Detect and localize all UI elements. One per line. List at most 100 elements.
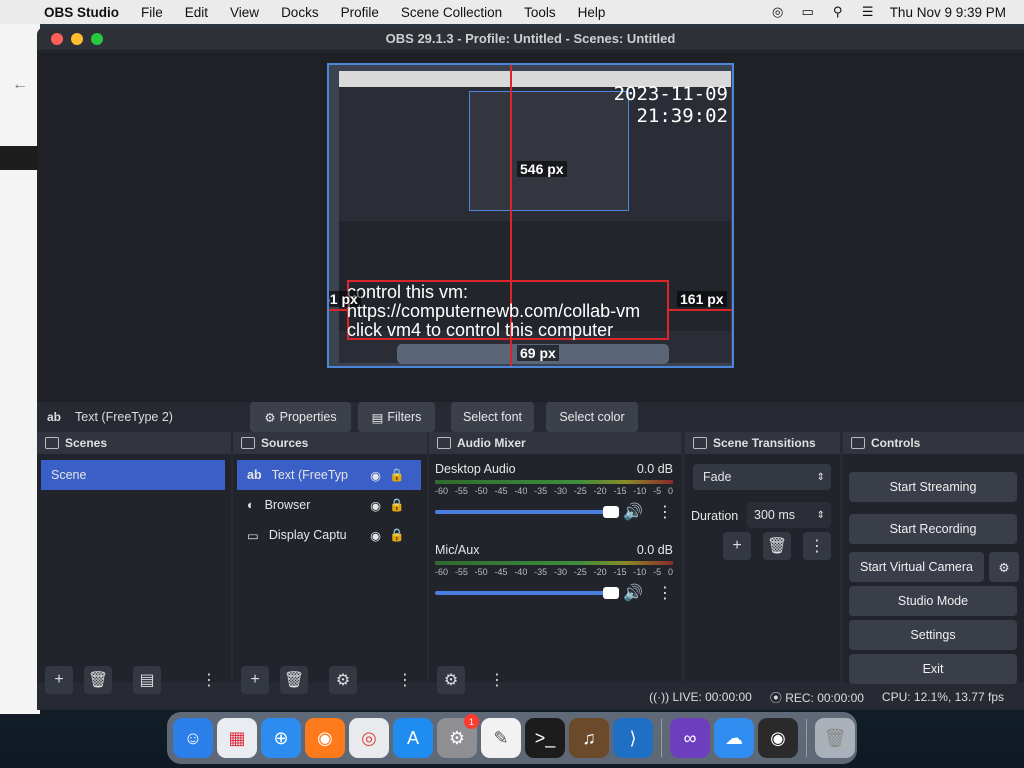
system-settings-icon[interactable]: ⚙ 1 — [437, 714, 479, 758]
chrome-icon[interactable]: ◎ — [349, 718, 389, 758]
scale-tick: -20 — [593, 486, 607, 496]
menu-help[interactable]: Help — [567, 5, 617, 20]
guide-label-bottom: 69 px — [517, 345, 559, 361]
terminal-icon[interactable]: >_ — [525, 718, 565, 758]
source-item-text[interactable]: ab Text (FreeTyp ◉ 🔒 — [237, 460, 421, 490]
menu-view[interactable]: View — [219, 5, 270, 20]
transitions-header[interactable]: Scene Transitions — [685, 432, 840, 454]
scale-tick: -45 — [494, 486, 508, 496]
obs-status-icon[interactable]: ◎ — [770, 4, 786, 19]
vscode-icon[interactable]: ⟩ — [613, 718, 653, 758]
transition-properties-button[interactable]: ⋮ — [803, 532, 831, 560]
dock-window-icon — [693, 437, 707, 449]
background-window[interactable]: ← — [0, 24, 40, 714]
launchpad-icon[interactable]: ▦ — [217, 718, 257, 758]
preview-text-source[interactable]: control this vm: https://computernewb.co… — [347, 283, 640, 340]
sources-header[interactable]: Sources — [233, 432, 427, 454]
more-icon[interactable]: ⋮ — [657, 502, 673, 522]
lock-icon[interactable]: 🔒 — [389, 468, 405, 483]
virtual-camera-settings-button[interactable]: ⚙ — [989, 552, 1019, 582]
volume-slider-handle[interactable] — [603, 587, 620, 599]
program-preview[interactable]: 2023-11-09 21:39:02 control this vm: htt… — [327, 63, 734, 368]
menu-scene-collection[interactable]: Scene Collection — [390, 5, 513, 20]
dock-separator — [806, 719, 807, 757]
cpu-fps: CPU: 12.1%, 13.77 fps — [881, 690, 1004, 704]
audio-mixer-title: Audio Mixer — [457, 436, 526, 450]
preview-nested-window — [469, 91, 629, 211]
garageband-icon[interactable]: ♫ — [569, 718, 609, 758]
screen-mirroring-icon[interactable]: ▭ — [800, 4, 816, 19]
textedit-icon[interactable]: ✎ — [481, 718, 521, 758]
menu-edit[interactable]: Edit — [174, 5, 219, 20]
source-item-browser[interactable]: ◐ Browser ◉ 🔒 — [237, 490, 421, 520]
start-virtual-camera-button[interactable]: Start Virtual Camera — [849, 552, 984, 582]
menu-docks[interactable]: Docks — [270, 5, 330, 20]
scale-tick: -55 — [454, 486, 468, 496]
search-icon[interactable]: ⚲ — [830, 4, 846, 19]
source-label: Browser — [264, 498, 311, 512]
lock-icon[interactable]: 🔒 — [389, 498, 405, 513]
start-recording-button[interactable]: Start Recording — [849, 514, 1017, 544]
app-store-icon[interactable]: A — [393, 718, 433, 758]
studio-mode-button[interactable]: Studio Mode — [849, 586, 1017, 616]
select-font-button[interactable]: Select font — [451, 402, 534, 432]
properties-button[interactable]: ⚙ Properties — [250, 402, 351, 432]
eye-icon[interactable]: ◉ — [370, 528, 381, 543]
scenes-header[interactable]: Scenes — [37, 432, 231, 454]
scale-tick: -60 — [435, 567, 449, 577]
filters-label: Filters — [387, 410, 422, 424]
preview-area[interactable]: 2023-11-09 21:39:02 control this vm: htt… — [37, 52, 1024, 402]
meter-scale: -60 -55 -50 -45 -40 -35 -30 -25 -20 -15 … — [435, 567, 673, 577]
source-item-display-capture[interactable]: ▭ Display Captu ◉ 🔒 — [237, 520, 421, 550]
control-center-icon[interactable]: ☰ — [860, 4, 876, 19]
menubar-clock[interactable]: Thu Nov 9 9:39 PM — [890, 5, 1006, 20]
volume-slider-handle[interactable] — [603, 506, 620, 518]
volume-slider[interactable] — [435, 506, 620, 518]
select-color-button[interactable]: Select color — [546, 402, 638, 432]
filters-button[interactable]: ▤ Filters — [358, 402, 435, 432]
menu-profile[interactable]: Profile — [330, 5, 390, 20]
back-arrow-icon[interactable]: ← — [12, 76, 28, 94]
more-icon[interactable]: ⋮ — [657, 583, 673, 603]
audio-mixer-dock: Audio Mixer Desktop Audio 0.0 dB -60 -55… — [429, 432, 681, 694]
controls-header[interactable]: Controls — [843, 432, 1024, 454]
preview-text-line-2: https://computernewb.com/collab-vm — [347, 301, 641, 321]
start-streaming-button[interactable]: Start Streaming — [849, 472, 1017, 502]
finder-icon[interactable]: ☺ — [173, 718, 213, 758]
remove-transition-button[interactable]: 🗑 — [763, 532, 791, 560]
eye-icon[interactable]: ◉ — [370, 468, 381, 483]
speaker-icon[interactable]: 🔊 — [623, 502, 643, 522]
window-titlebar[interactable]: OBS 29.1.3 - Profile: Untitled - Scenes:… — [37, 27, 1024, 51]
text-source-type-icon: ab — [247, 468, 262, 482]
broadcast-icon: ((·)) — [649, 690, 670, 704]
scale-tick: -45 — [494, 567, 508, 577]
weather-icon[interactable]: ☁ — [714, 718, 754, 758]
lock-icon[interactable]: 🔒 — [389, 528, 405, 543]
add-transition-button[interactable]: + — [723, 532, 751, 560]
audio-mixer-header[interactable]: Audio Mixer — [429, 432, 681, 454]
menu-tools[interactable]: Tools — [513, 5, 567, 20]
settings-button[interactable]: Settings — [849, 620, 1017, 650]
mixer-channel-desktop: Desktop Audio 0.0 dB -60 -55 -50 -45 -40… — [435, 462, 673, 522]
menu-app-name[interactable]: OBS Studio — [40, 5, 130, 20]
trash-icon[interactable]: 🗑 — [815, 718, 855, 758]
chevron-updown-icon: ⇕ — [816, 471, 825, 483]
scenes-title: Scenes — [65, 436, 108, 450]
volume-slider[interactable] — [435, 587, 620, 599]
obs-icon[interactable]: ◉ — [758, 718, 798, 758]
scale-tick: -15 — [613, 486, 627, 496]
speaker-icon[interactable]: 🔊 — [623, 583, 643, 603]
guide-label-left: 51 px — [329, 291, 361, 307]
duration-spinbox[interactable]: 300 ms ⇕ — [747, 502, 831, 528]
globe-icon: ◐ — [247, 498, 255, 512]
visual-studio-icon[interactable]: ∞ — [670, 718, 710, 758]
menu-file[interactable]: File — [130, 5, 174, 20]
safari-icon[interactable]: ⊕ — [261, 718, 301, 758]
scene-item[interactable]: Scene — [41, 460, 225, 490]
exit-button[interactable]: Exit — [849, 654, 1017, 684]
rec-time: REC: 00:00:00 — [785, 690, 864, 705]
transition-select[interactable]: Fade ⇕ — [693, 464, 831, 490]
scale-tick: -5 — [653, 486, 662, 496]
eye-icon[interactable]: ◉ — [370, 498, 381, 513]
firefox-icon[interactable]: ◉ — [305, 718, 345, 758]
